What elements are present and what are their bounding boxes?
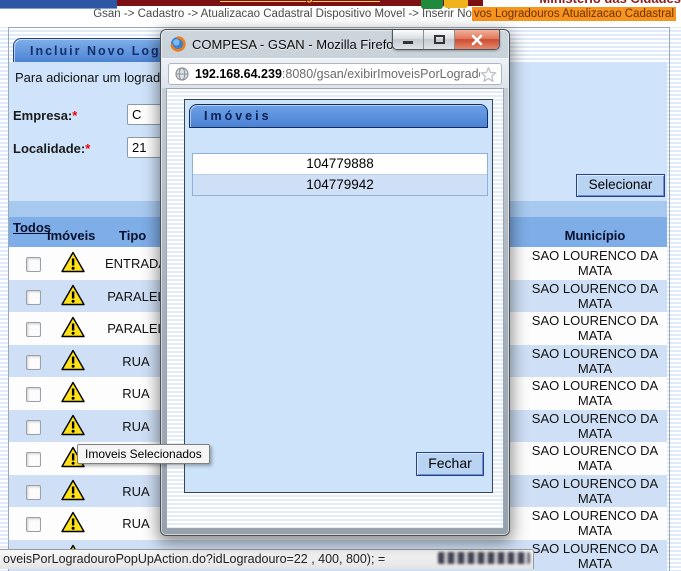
empresa-label: Empresa:* xyxy=(13,108,77,123)
address-input[interactable]: 192.168.64.239:8080/gsan/exibirImoveisPo… xyxy=(168,63,502,85)
warning-icon[interactable] xyxy=(61,284,85,306)
row-municipio: SAO LOURENCO DA MATA xyxy=(525,346,665,376)
selecionar-button[interactable]: Selecionar xyxy=(576,174,665,197)
bookmark-star-icon[interactable] xyxy=(480,66,497,83)
row-checkbox[interactable] xyxy=(26,452,41,467)
row-checkbox[interactable] xyxy=(26,420,41,435)
breadcrumb-prefix: Gsan -> Cadastro -> Atualizacao Cadastra… xyxy=(93,8,472,20)
required-asterisk: * xyxy=(85,141,90,156)
intro-text: Para adicionar um lograd xyxy=(15,70,160,85)
row-checkbox[interactable] xyxy=(26,355,41,370)
row-checkbox[interactable] xyxy=(26,387,41,402)
url-path: :8080/gsan/exibirImoveisPorLogradouro xyxy=(282,67,480,81)
warning-icon[interactable] xyxy=(61,316,85,338)
row-checkbox[interactable] xyxy=(26,257,41,272)
globe-icon xyxy=(175,67,189,81)
maximize-button[interactable] xyxy=(424,30,455,49)
row-checkbox[interactable] xyxy=(26,485,41,500)
obscured-status-text xyxy=(438,552,530,564)
url-text: 192.168.64.239:8080/gsan/exibirImoveisPo… xyxy=(195,67,480,81)
row-municipio: SAO LOURENCO DA MATA xyxy=(525,281,665,311)
localidade-label: Localidade:* xyxy=(13,141,90,156)
warning-icon[interactable] xyxy=(61,511,85,533)
warning-icon[interactable] xyxy=(61,349,85,371)
row-municipio: SAO LOURENCO DA MATA xyxy=(525,378,665,408)
window-controls xyxy=(392,30,500,50)
warning-icon[interactable] xyxy=(61,251,85,273)
popup-titlebar[interactable]: COMPESA - GSAN - Mozilla Firefox xyxy=(161,30,509,58)
imovel-list-item[interactable]: 104779942 xyxy=(193,175,487,195)
warning-icon[interactable] xyxy=(61,479,85,501)
url-bar: 192.168.64.239:8080/gsan/exibirImoveisPo… xyxy=(162,58,508,88)
url-host: 192.168.64.239 xyxy=(195,67,282,81)
panel-title: Imóveis xyxy=(189,104,488,128)
row-checkbox[interactable] xyxy=(26,517,41,532)
breadcrumb-highlight: vos Logradouros Atualizacao Cadastral xyxy=(472,7,676,21)
row-municipio: SAO LOURENCO DA MATA xyxy=(525,411,665,441)
warning-icon[interactable] xyxy=(61,414,85,436)
breadcrumb: Gsan -> Cadastro -> Atualizacao Cadastra… xyxy=(0,6,676,23)
row-municipio: SAO LOURENCO DA MATA xyxy=(525,476,665,506)
row-municipio: SAO LOURENCO DA MATA xyxy=(525,508,665,538)
close-button[interactable] xyxy=(455,30,499,49)
warning-icon[interactable] xyxy=(61,381,85,403)
popup-window: COMPESA - GSAN - Mozilla Firefox 192.16 xyxy=(160,29,510,536)
popup-window-title: COMPESA - GSAN - Mozilla Firefox xyxy=(192,37,400,52)
minimize-icon xyxy=(403,41,413,44)
row-municipio: SAO LOURENCO DA MATA xyxy=(525,443,665,473)
row-checkbox[interactable] xyxy=(26,322,41,337)
row-municipio: SAO LOURENCO DA MATA xyxy=(525,541,665,571)
minimize-button[interactable] xyxy=(393,30,424,49)
row-municipio: SAO LOURENCO DA MATA xyxy=(525,313,665,343)
popup-content: Imóveis 104779888104779942 Fechar xyxy=(166,88,504,529)
imoveis-panel: Imóveis 104779888104779942 Fechar xyxy=(184,99,493,493)
firefox-icon xyxy=(170,36,186,52)
row-municipio: SAO LOURENCO DA MATA xyxy=(525,248,665,278)
maximize-icon xyxy=(434,35,445,44)
column-header-municipio: Município xyxy=(525,228,665,243)
column-header-imoveis: Imóveis xyxy=(47,228,95,243)
screen: Comunicacao Digital do GSAN Ministerio d… xyxy=(0,0,681,571)
imoveis-list: 104779888104779942 xyxy=(192,153,488,196)
required-asterisk: * xyxy=(72,108,77,123)
close-icon xyxy=(469,32,485,48)
fechar-button[interactable]: Fechar xyxy=(416,452,484,476)
row-checkbox[interactable] xyxy=(26,290,41,305)
select-all-link[interactable]: Todos xyxy=(13,220,51,235)
imoveis-tooltip: Imoveis Selecionados xyxy=(77,444,210,464)
imovel-list-item[interactable]: 104779888 xyxy=(193,154,487,175)
column-header-tipo: Tipo xyxy=(119,228,146,243)
